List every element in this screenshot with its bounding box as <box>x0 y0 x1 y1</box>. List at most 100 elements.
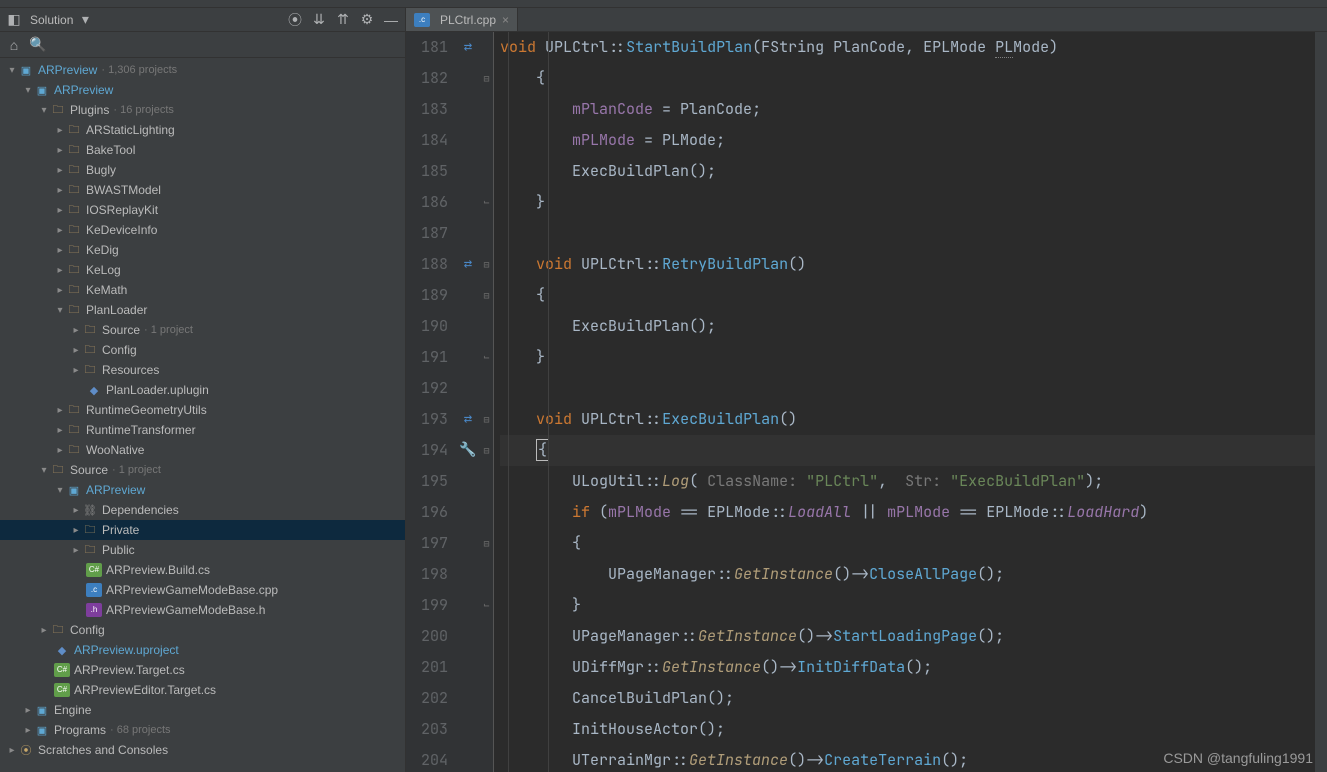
code-line-202: CancelBuildPlan(); <box>500 683 1327 714</box>
project-icon: ▣ <box>34 722 50 738</box>
dropdown-icon[interactable]: ▾ <box>77 12 93 28</box>
tree-gamemode-h[interactable]: .hARPreviewGameModeBase.h <box>0 600 405 620</box>
code-line-199: } <box>500 590 1327 621</box>
folder-icon: 🗀 <box>66 442 82 458</box>
folder-icon: 🗀 <box>50 102 66 118</box>
tree-plugins[interactable]: ▾ 🗀 Plugins · 16 projects <box>0 100 405 120</box>
folder-icon: 🗀 <box>66 282 82 298</box>
sync-icon[interactable]: ⇄ <box>464 249 472 280</box>
tree-src-arpreview[interactable]: ▾▣ARPreview <box>0 480 405 500</box>
tree-planloader-config[interactable]: ▸🗀Config <box>0 340 405 360</box>
tree-plugin-PlanLoader[interactable]: ▾🗀PlanLoader <box>0 300 405 320</box>
tree-dependencies[interactable]: ▸⛓Dependencies <box>0 500 405 520</box>
folder-icon: 🗀 <box>66 182 82 198</box>
cpp-file-icon: .c <box>414 13 430 27</box>
code-line-192 <box>500 373 1327 404</box>
fold-gutter: ⊟ ⊟⊟ ⊟⊟⊟ <box>480 32 494 772</box>
solution-icon: ◧ <box>6 12 22 28</box>
code-line-196: if (mPLMode == EPLMode::LoadAll || mPLMo… <box>500 497 1327 528</box>
sync-icon[interactable]: ⇄ <box>464 32 472 63</box>
main-container: ◧ Solution ▾ ⦿ ⇊ ⇈ ⚙ — ⌂ 🔍 ▾ ▣ ARPreview <box>0 8 1327 772</box>
scrollbar[interactable] <box>1315 32 1327 772</box>
tab-plctrl[interactable]: .c PLCtrl.cpp × <box>406 8 518 31</box>
tree-arpreview[interactable]: ▾ ▣ ARPreview <box>0 80 405 100</box>
folder-icon: 🗀 <box>50 622 66 638</box>
tree-plugin-IOSReplayKit[interactable]: ▸🗀IOSReplayKit <box>0 200 405 220</box>
code-line-194: { <box>500 435 1327 466</box>
gear-icon[interactable]: ⚙ <box>359 12 375 28</box>
expand-icon[interactable]: ⇊ <box>311 12 327 28</box>
tree-scratches[interactable]: ▸⦿Scratches and Consoles <box>0 740 405 760</box>
project-icon: ▣ <box>66 482 82 498</box>
search-row: ⌂ 🔍 <box>0 32 405 58</box>
folder-icon: 🗀 <box>82 362 98 378</box>
tree-planloader-source[interactable]: ▸🗀Source· 1 project <box>0 320 405 340</box>
tree-buildcs[interactable]: C#ARPreview.Build.cs <box>0 560 405 580</box>
folder-icon: 🗀 <box>50 462 66 478</box>
code-line-187 <box>500 218 1327 249</box>
uproject-icon: ◆ <box>54 642 70 658</box>
search-icon[interactable]: 🔍 <box>30 37 46 53</box>
collapse-icon[interactable]: ⇈ <box>335 12 351 28</box>
top-strip <box>0 0 1327 8</box>
code-line-189: { <box>500 280 1327 311</box>
tree-uproject[interactable]: ◆ARPreview.uproject <box>0 640 405 660</box>
folder-icon: 🗀 <box>66 202 82 218</box>
tree-plugin-WooNative[interactable]: ▸🗀WooNative <box>0 440 405 460</box>
tree-engine[interactable]: ▸▣Engine <box>0 700 405 720</box>
sync-icon[interactable]: ⇄ <box>464 404 472 435</box>
folder-icon: 🗀 <box>66 402 82 418</box>
tree-plugin-BakeTool[interactable]: ▸🗀BakeTool <box>0 140 405 160</box>
code-line-186: } <box>500 187 1327 218</box>
tree-public[interactable]: ▸🗀Public <box>0 540 405 560</box>
code-line-182: { <box>500 63 1327 94</box>
code-line-183: mPlanCode = PlanCode; <box>500 94 1327 125</box>
scratches-icon: ⦿ <box>18 742 34 758</box>
home-icon[interactable]: ⌂ <box>6 37 22 53</box>
search-input[interactable] <box>54 38 399 52</box>
tree-editor-target[interactable]: C#ARPreviewEditor.Target.cs <box>0 680 405 700</box>
target-icon[interactable]: ⦿ <box>287 12 303 28</box>
project-icon: ▣ <box>34 82 50 98</box>
tree-private[interactable]: ▸🗀Private <box>0 520 405 540</box>
tree-source[interactable]: ▾🗀Source· 1 project <box>0 460 405 480</box>
code-line-188: void UPLCtrl::RetryBuildPlan() <box>500 249 1327 280</box>
cs-file-icon: C# <box>86 563 102 577</box>
minimize-icon[interactable]: — <box>383 12 399 28</box>
tab-label: PLCtrl.cpp <box>440 13 496 27</box>
tree-gamemode-cpp[interactable]: .cARPreviewGameModeBase.cpp <box>0 580 405 600</box>
folder-icon: 🗀 <box>66 242 82 258</box>
tree-plugin-ARStaticLighting[interactable]: ▸🗀ARStaticLighting <box>0 120 405 140</box>
folder-icon: 🗀 <box>82 342 98 358</box>
cs-file-icon: C# <box>54 683 70 697</box>
code-line-195: ULogUtil::Log( ClassName: "PLCtrl", Str:… <box>500 466 1327 497</box>
tree-plugin-KeDeviceInfo[interactable]: ▸🗀KeDeviceInfo <box>0 220 405 240</box>
tree-planloader-resources[interactable]: ▸🗀Resources <box>0 360 405 380</box>
code-content[interactable]: void UPLCtrl::StartBuildPlan(FString Pla… <box>494 32 1327 772</box>
tree-root[interactable]: ▾ ▣ ARPreview · 1,306 projects <box>0 60 405 80</box>
close-icon[interactable]: × <box>502 13 509 27</box>
code-line-190: ExecBuildPlan(); <box>500 311 1327 342</box>
tree-plugin-KeDig[interactable]: ▸🗀KeDig <box>0 240 405 260</box>
tree-plugin-KeMath[interactable]: ▸🗀KeMath <box>0 280 405 300</box>
tree-config[interactable]: ▸🗀Config <box>0 620 405 640</box>
folder-icon: 🗀 <box>66 222 82 238</box>
tree-plugin-RuntimeTransformer[interactable]: ▸🗀RuntimeTransformer <box>0 420 405 440</box>
tree-target[interactable]: C#ARPreview.Target.cs <box>0 660 405 680</box>
folder-icon: 🗀 <box>66 162 82 178</box>
tree-plugin-BWASTModel[interactable]: ▸🗀BWASTModel <box>0 180 405 200</box>
tree-plugin-Bugly[interactable]: ▸🗀Bugly <box>0 160 405 180</box>
tree-plugin-KeLog[interactable]: ▸🗀KeLog <box>0 260 405 280</box>
solution-header: ◧ Solution ▾ ⦿ ⇊ ⇈ ⚙ — <box>0 8 405 32</box>
line-number-gutter: 1811821831841851861871881891901911921931… <box>406 32 456 772</box>
folder-icon: 🗀 <box>82 522 98 538</box>
tree-plugin-RuntimeGeometryUtils[interactable]: ▸🗀RuntimeGeometryUtils <box>0 400 405 420</box>
tree-planloader-uplugin[interactable]: ◆PlanLoader.uplugin <box>0 380 405 400</box>
folder-icon: 🗀 <box>66 122 82 138</box>
code-line-197: { <box>500 528 1327 559</box>
code-line-203: InitHouseActor(); <box>500 714 1327 745</box>
solution-icon: ▣ <box>18 62 34 78</box>
wrench-icon[interactable]: 🔧 <box>459 435 476 466</box>
tree-programs[interactable]: ▸▣Programs· 68 projects <box>0 720 405 740</box>
code-area[interactable]: 1811821831841851861871881891901911921931… <box>406 32 1327 772</box>
